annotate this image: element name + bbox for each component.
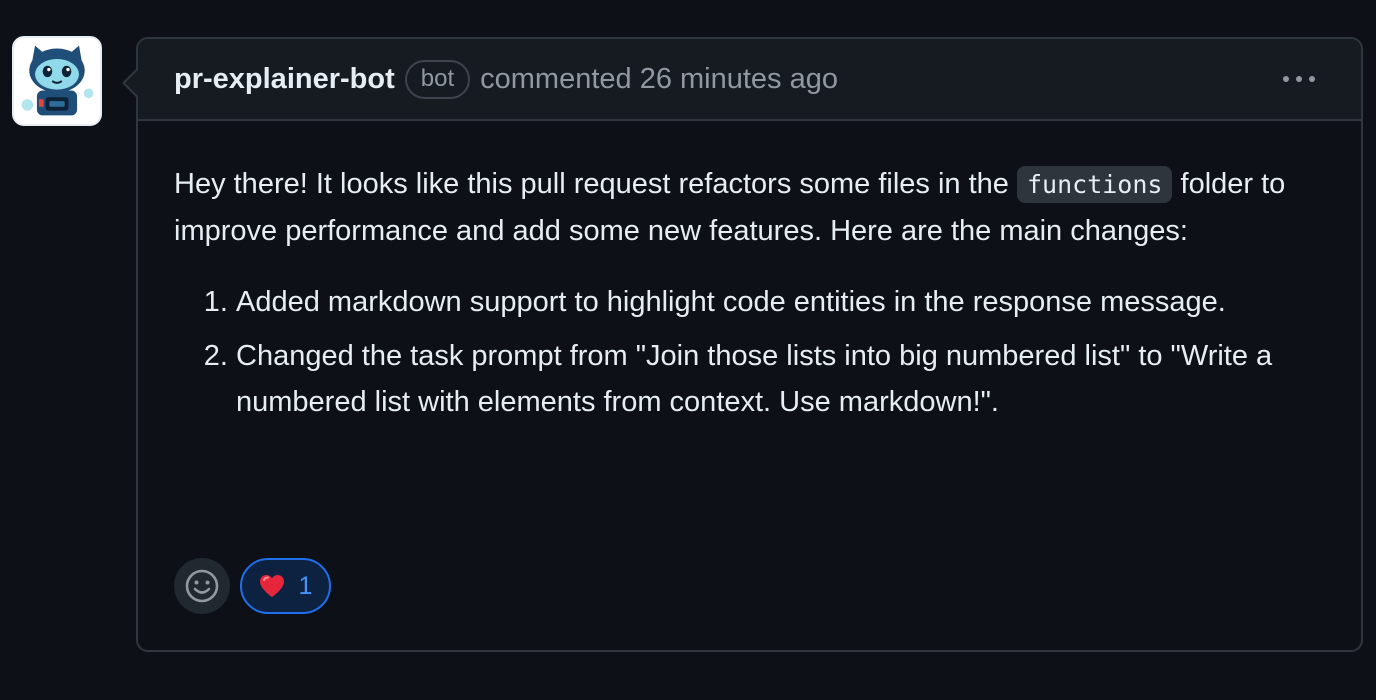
heart-reaction-button[interactable]: 1 <box>240 558 331 614</box>
timeline: pr-explainer-bot bot commented 26 minute… <box>0 0 1376 700</box>
comment-header: pr-explainer-bot bot commented 26 minute… <box>138 39 1361 121</box>
intro-text: Hey there! It looks like this pull reque… <box>174 168 1017 200</box>
changes-list: Added markdown support to highlight code… <box>174 279 1325 425</box>
dot <box>1296 76 1302 82</box>
smiley-icon <box>185 569 219 603</box>
bot-badge: bot <box>404 59 471 99</box>
author-link[interactable]: pr-explainer-bot <box>174 63 395 96</box>
reactions-bar: 1 <box>174 558 331 614</box>
list-item: Added markdown support to highlight code… <box>236 279 1325 325</box>
intro-paragraph: Hey there! It looks like this pull reque… <box>174 161 1304 254</box>
dot <box>1283 76 1289 82</box>
comment-body: Hey there! It looks like this pull reque… <box>138 121 1361 425</box>
kebab-horizontal-icon[interactable] <box>1283 76 1315 82</box>
avatar[interactable] <box>12 36 102 126</box>
add-reaction-button[interactable] <box>174 558 230 614</box>
list-item: Changed the task prompt from "Join those… <box>236 333 1325 425</box>
comment-pointer-fill <box>125 69 139 97</box>
reaction-count: 1 <box>298 571 313 600</box>
robot-cat-avatar-icon <box>14 38 100 124</box>
comment-card: pr-explainer-bot bot commented 26 minute… <box>122 37 1363 652</box>
comment-timestamp[interactable]: commented 26 minutes ago <box>480 63 838 96</box>
heart-icon <box>259 575 284 597</box>
inline-code: functions <box>1016 166 1173 203</box>
dot <box>1309 76 1315 82</box>
